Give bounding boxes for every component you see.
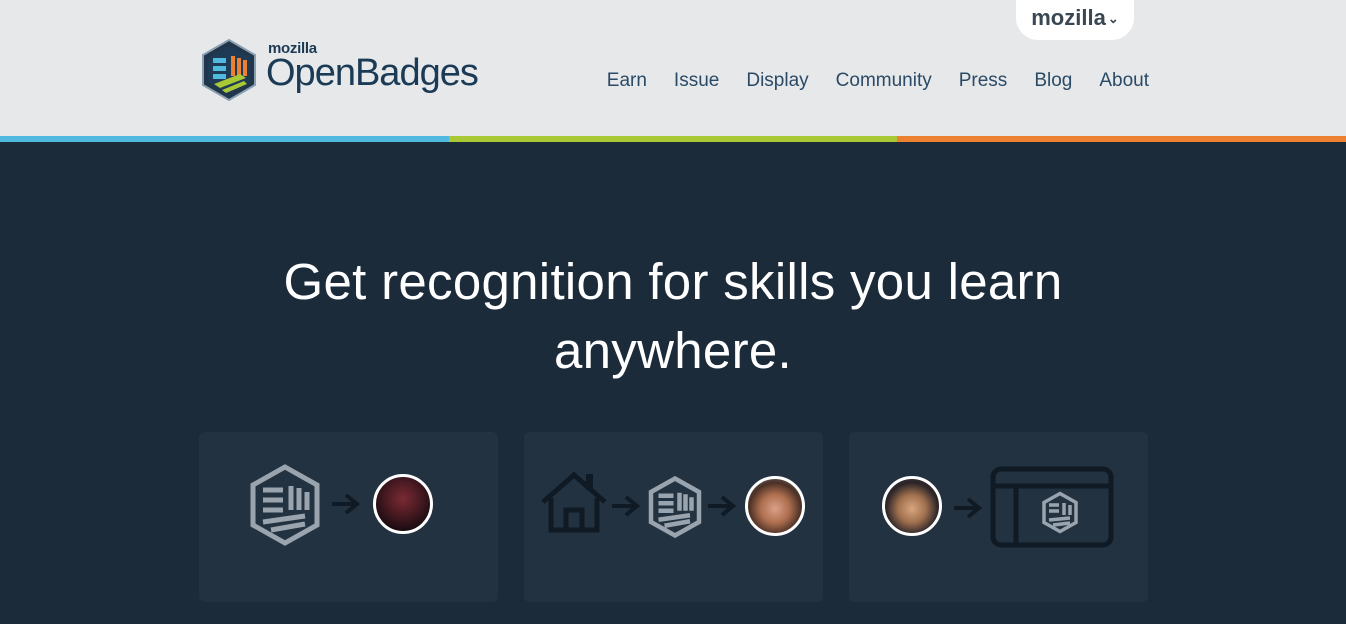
badge-icon — [648, 476, 702, 538]
hero-line-2: anywhere. — [553, 322, 792, 379]
site-header: mozilla OpenBadges mozilla ⌄ Earn Issue D… — [0, 0, 1346, 136]
chevron-down-icon: ⌄ — [1107, 11, 1119, 26]
mozilla-tab-label: mozilla — [1031, 5, 1106, 30]
badge-icon — [250, 464, 320, 546]
avatar — [373, 474, 433, 534]
openbadges-logo[interactable]: mozilla OpenBadges — [200, 38, 480, 102]
nav-press[interactable]: Press — [959, 70, 1008, 92]
card-issue[interactable] — [524, 432, 823, 602]
hero-heading: Get recognition for skills you learn any… — [0, 142, 1346, 385]
nav-about[interactable]: About — [1099, 70, 1149, 92]
nav-blog[interactable]: Blog — [1034, 70, 1072, 92]
hero-line-1: Get recognition for skills you learn — [283, 253, 1063, 310]
avatar — [745, 476, 805, 536]
mozilla-tab[interactable]: mozilla ⌄ — [1016, 0, 1134, 40]
main-nav: Earn Issue Display Community Press Blog … — [607, 70, 1149, 92]
nav-earn[interactable]: Earn — [607, 70, 647, 92]
card-earn[interactable] — [199, 432, 498, 602]
openbadges-hex-icon — [202, 38, 256, 102]
logo-openbadges-text: OpenBadges — [266, 52, 479, 94]
color-stripe — [0, 136, 1346, 142]
arrow-right-icon — [954, 497, 983, 519]
avatar — [882, 476, 942, 536]
stripe-orange — [897, 136, 1346, 142]
stripe-blue — [0, 136, 449, 142]
feature-cards — [199, 432, 1148, 602]
arrow-right-icon — [332, 493, 361, 515]
arrow-right-icon — [708, 495, 737, 517]
card-display[interactable] — [849, 432, 1148, 602]
stripe-green — [448, 136, 898, 142]
browser-window-icon — [990, 466, 1114, 548]
nav-issue[interactable]: Issue — [674, 70, 719, 92]
house-icon — [541, 471, 607, 533]
nav-display[interactable]: Display — [746, 70, 808, 92]
nav-community[interactable]: Community — [836, 70, 932, 92]
arrow-right-icon — [612, 495, 641, 517]
